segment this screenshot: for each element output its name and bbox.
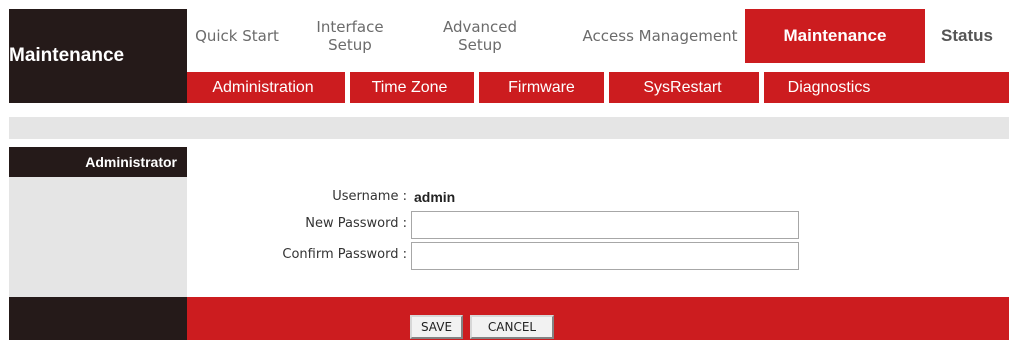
subnav-sysrestart[interactable]: SysRestart [609, 72, 756, 103]
username-value: admin [414, 189, 456, 205]
subnav-time-zone[interactable]: Time Zone [350, 72, 469, 103]
cancel-button[interactable]: CANCEL [470, 315, 554, 339]
subnav-firmware[interactable]: Firmware [479, 72, 604, 103]
nav-status[interactable]: Status [925, 9, 1009, 63]
new-password-label: New Password : [305, 216, 407, 231]
section-title: Administrator [85, 154, 177, 170]
nav-quick-start[interactable]: Quick Start [187, 9, 287, 63]
subnav-diagnostics[interactable]: Diagnostics [764, 72, 894, 103]
footer-bar [187, 297, 1009, 340]
username-label: Username : [332, 189, 407, 204]
subnav-administration[interactable]: Administration [187, 72, 339, 103]
nav-advanced-setup[interactable]: Advanced Setup [425, 9, 535, 63]
nav-interface-setup[interactable]: Interface Setup [295, 9, 405, 63]
nav-access-management[interactable]: Access Management [575, 9, 745, 63]
new-password-input[interactable] [411, 211, 799, 239]
nav-maintenance[interactable]: Maintenance [745, 9, 925, 63]
page-brand-title: Maintenance [9, 45, 125, 66]
footer-left-block [9, 297, 187, 340]
confirm-password-input[interactable] [411, 242, 799, 270]
confirm-password-label: Confirm Password : [282, 247, 407, 262]
save-button[interactable]: SAVE [410, 315, 463, 339]
spacer-strip [9, 117, 1009, 139]
